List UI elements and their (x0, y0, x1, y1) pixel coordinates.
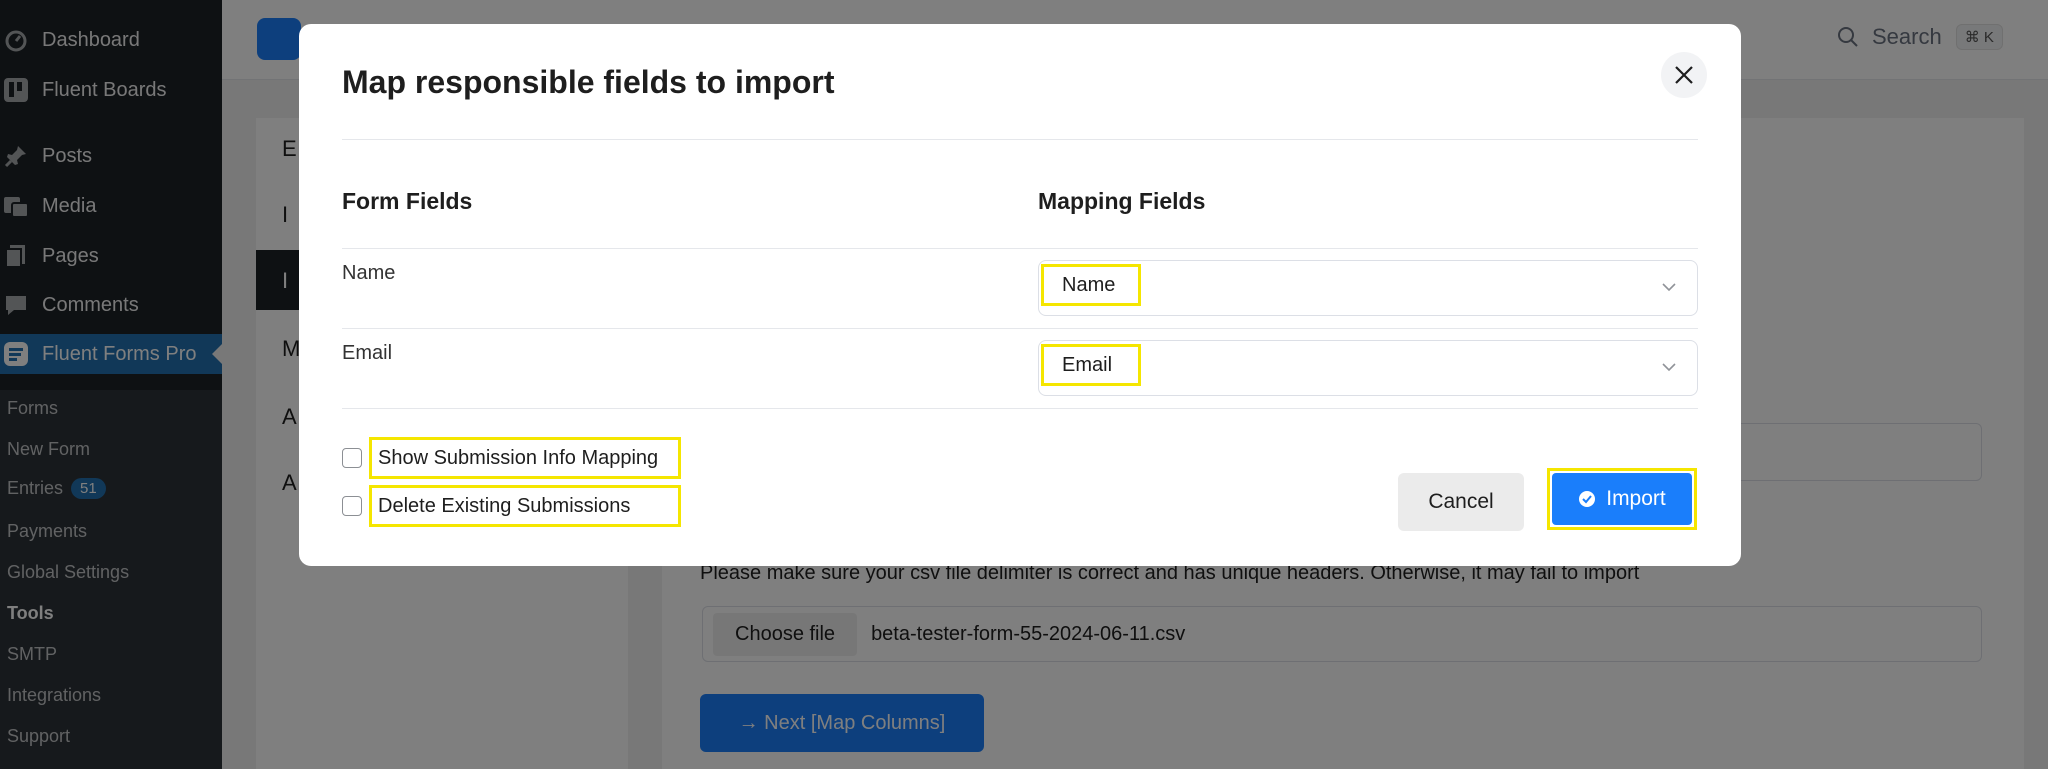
mapping-select-value: Email (1041, 344, 1141, 386)
close-icon (1675, 66, 1693, 84)
form-field-name-label: Name (342, 262, 396, 284)
mapping-fields-header: Mapping Fields (1038, 188, 1206, 214)
map-fields-modal: Map responsible fields to import Form Fi… (299, 24, 1741, 566)
mapping-select-name[interactable]: Name (1038, 260, 1698, 316)
delete-existing-option[interactable]: Delete Existing Submissions (342, 485, 681, 527)
show-submission-info-option[interactable]: Show Submission Info Mapping (342, 437, 681, 479)
cancel-button[interactable]: Cancel (1398, 473, 1524, 531)
modal-title: Map responsible fields to import (342, 64, 835, 100)
import-label: Import (1606, 487, 1666, 510)
import-button-highlight: Import (1547, 468, 1697, 530)
divider (342, 328, 1698, 329)
divider (342, 139, 1698, 140)
close-button[interactable] (1661, 52, 1707, 98)
divider (342, 408, 1698, 409)
form-fields-header: Form Fields (342, 188, 473, 214)
delete-existing-label[interactable]: Delete Existing Submissions (369, 485, 681, 527)
form-field-email-label: Email (342, 342, 393, 364)
chevron-down-icon (1662, 283, 1676, 292)
delete-existing-checkbox[interactable] (342, 496, 362, 516)
mapping-select-value: Name (1041, 264, 1141, 306)
import-button[interactable]: Import (1552, 473, 1692, 525)
check-circle-icon (1579, 491, 1596, 507)
chevron-down-icon (1662, 363, 1676, 372)
show-submission-info-label[interactable]: Show Submission Info Mapping (369, 437, 681, 479)
divider (342, 248, 1698, 249)
mapping-select-email[interactable]: Email (1038, 340, 1698, 396)
show-submission-info-checkbox[interactable] (342, 448, 362, 468)
